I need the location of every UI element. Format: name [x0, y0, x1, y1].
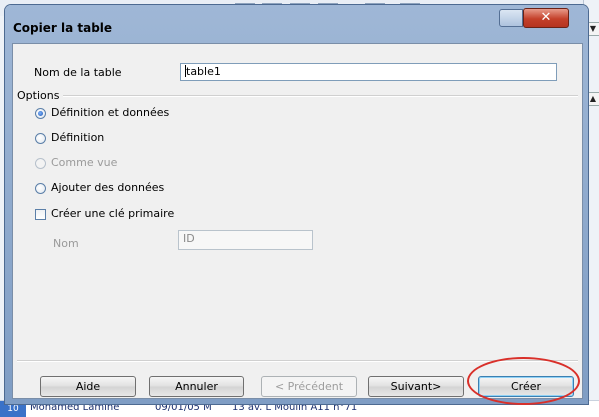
close-icon[interactable]: ✕ — [523, 8, 569, 28]
copy-table-dialog: Copier la table ✕ Nom de la table table1… — [5, 5, 588, 404]
radio-definition-data[interactable] — [35, 108, 46, 119]
table-name-input[interactable]: table1 — [180, 63, 557, 81]
options-separator — [63, 95, 578, 97]
radio-definition[interactable] — [35, 133, 46, 144]
annotation-circle — [467, 357, 580, 405]
dialog-title: Copier la table — [13, 21, 113, 35]
window-button-left[interactable] — [499, 9, 523, 27]
radio-definition-data-label[interactable]: Définition et données — [51, 106, 169, 119]
primary-key-checkbox[interactable] — [35, 209, 46, 220]
table-name-label: Nom de la table — [34, 66, 122, 79]
dialog-body: Nom de la table table1 Options Définitio… — [12, 43, 583, 399]
cancel-button[interactable]: Annuler — [149, 376, 244, 397]
radio-as-view — [35, 158, 46, 169]
dialog-titlebar[interactable]: Copier la table ✕ — [5, 5, 588, 43]
key-name-label: Nom — [53, 237, 79, 250]
radio-append-data-label[interactable]: Ajouter des données — [51, 181, 164, 194]
help-button[interactable]: Aide — [40, 376, 136, 397]
radio-definition-label[interactable]: Définition — [51, 131, 104, 144]
primary-key-label[interactable]: Créer une clé primaire — [51, 207, 174, 220]
next-button[interactable]: Suivant> — [368, 376, 464, 397]
options-heading: Options — [17, 89, 60, 102]
key-name-input: ID — [178, 230, 313, 250]
table-name-value: table1 — [186, 65, 221, 78]
radio-append-data[interactable] — [35, 183, 46, 194]
previous-button: < Précédent — [261, 376, 357, 397]
radio-as-view-label: Comme vue — [51, 156, 118, 169]
